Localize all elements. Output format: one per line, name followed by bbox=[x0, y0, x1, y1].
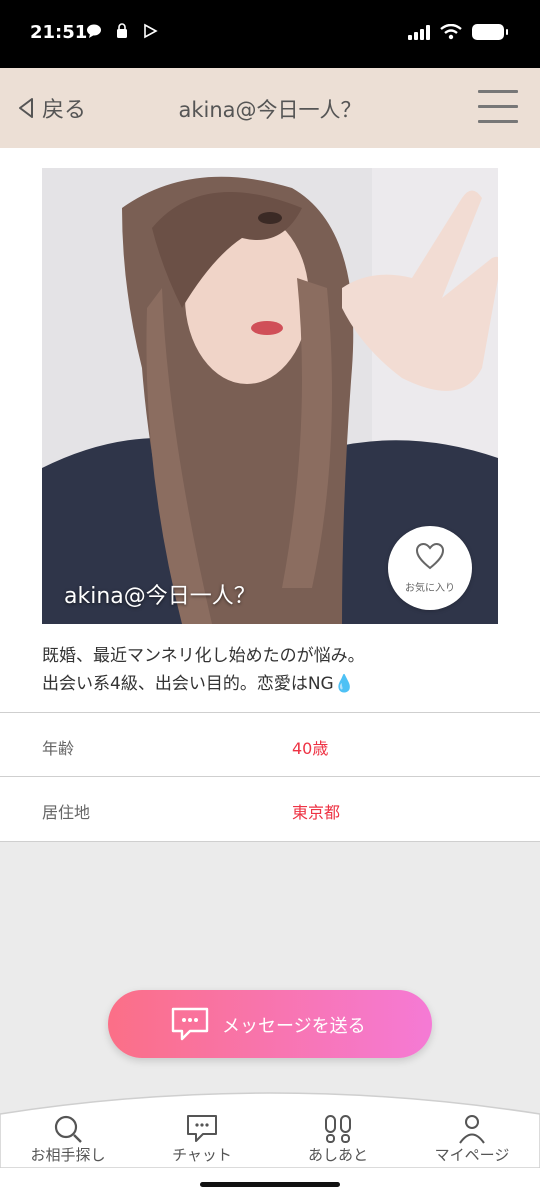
favorite-label: お気に入り bbox=[405, 583, 455, 594]
message-icon bbox=[171, 1007, 209, 1041]
profile-card: akina@今日一人？ お気に入り 既婚、最近マンネリ化し始めたのが悩み。 出会… bbox=[0, 148, 540, 842]
nav-footprints[interactable]: あしあと bbox=[278, 1110, 398, 1166]
notification-icons bbox=[86, 23, 158, 39]
nav-label: お相手探し bbox=[30, 1146, 106, 1164]
favorite-button[interactable]: お気に入り bbox=[388, 526, 472, 610]
search-icon bbox=[54, 1115, 82, 1143]
chat-bubble-icon bbox=[86, 23, 102, 39]
battery-icon bbox=[472, 24, 508, 40]
lock-icon bbox=[114, 23, 130, 39]
detail-value: 40歳 bbox=[292, 739, 329, 758]
photo-name-overlay: akina@今日一人？ bbox=[64, 584, 256, 609]
play-store-icon bbox=[142, 23, 158, 39]
nav-label: チャット bbox=[172, 1146, 232, 1164]
heart-icon bbox=[415, 542, 445, 570]
hamburger-icon bbox=[478, 90, 518, 93]
status-bar: 21:51 bbox=[0, 0, 540, 68]
page-title: akina@今日一人？ bbox=[178, 98, 362, 122]
detail-label: 年齢 bbox=[42, 739, 75, 758]
wifi-icon bbox=[440, 24, 462, 40]
system-icons bbox=[408, 24, 508, 40]
profile-photo[interactable]: akina@今日一人？ お気に入り bbox=[42, 168, 498, 624]
menu-button[interactable] bbox=[478, 90, 518, 124]
app-header: 戻る akina@今日一人？ bbox=[0, 68, 540, 148]
divider bbox=[0, 841, 540, 842]
intro-line-1: 既婚、最近マンネリ化し始めたのが悩み。 bbox=[42, 646, 365, 666]
signal-icon bbox=[408, 24, 430, 40]
nav-chat[interactable]: チャット bbox=[142, 1110, 262, 1166]
person-icon bbox=[459, 1115, 485, 1144]
nav-label: マイページ bbox=[434, 1146, 510, 1164]
detail-label: 居住地 bbox=[42, 803, 91, 822]
status-time: 21:51 bbox=[30, 22, 88, 43]
send-message-button[interactable]: メッセージを送る bbox=[108, 990, 432, 1058]
profile-intro: 既婚、最近マンネリ化し始めたのが悩み。 出会い系4級、出会い目的。恋愛はNG💧 bbox=[42, 642, 512, 698]
send-message-label: メッセージを送る bbox=[222, 1016, 366, 1037]
chat-icon bbox=[187, 1115, 217, 1142]
detail-row-residence: 居住地 東京都 bbox=[0, 777, 540, 841]
nav-label: あしあと bbox=[307, 1146, 368, 1164]
home-indicator-area bbox=[0, 1168, 540, 1200]
intro-line-2: 出会い系4級、出会い目的。恋愛はNG💧 bbox=[42, 674, 355, 694]
home-indicator[interactable] bbox=[200, 1182, 340, 1187]
footprints-icon bbox=[325, 1115, 351, 1143]
nav-mypage[interactable]: マイページ bbox=[412, 1110, 532, 1166]
detail-value: 東京都 bbox=[292, 803, 341, 822]
bottom-nav: お相手探し チャット あしあと マイページ bbox=[0, 1086, 540, 1168]
detail-row-age: 年齢 40歳 bbox=[0, 713, 540, 777]
nav-search[interactable]: お相手探し bbox=[8, 1110, 128, 1166]
